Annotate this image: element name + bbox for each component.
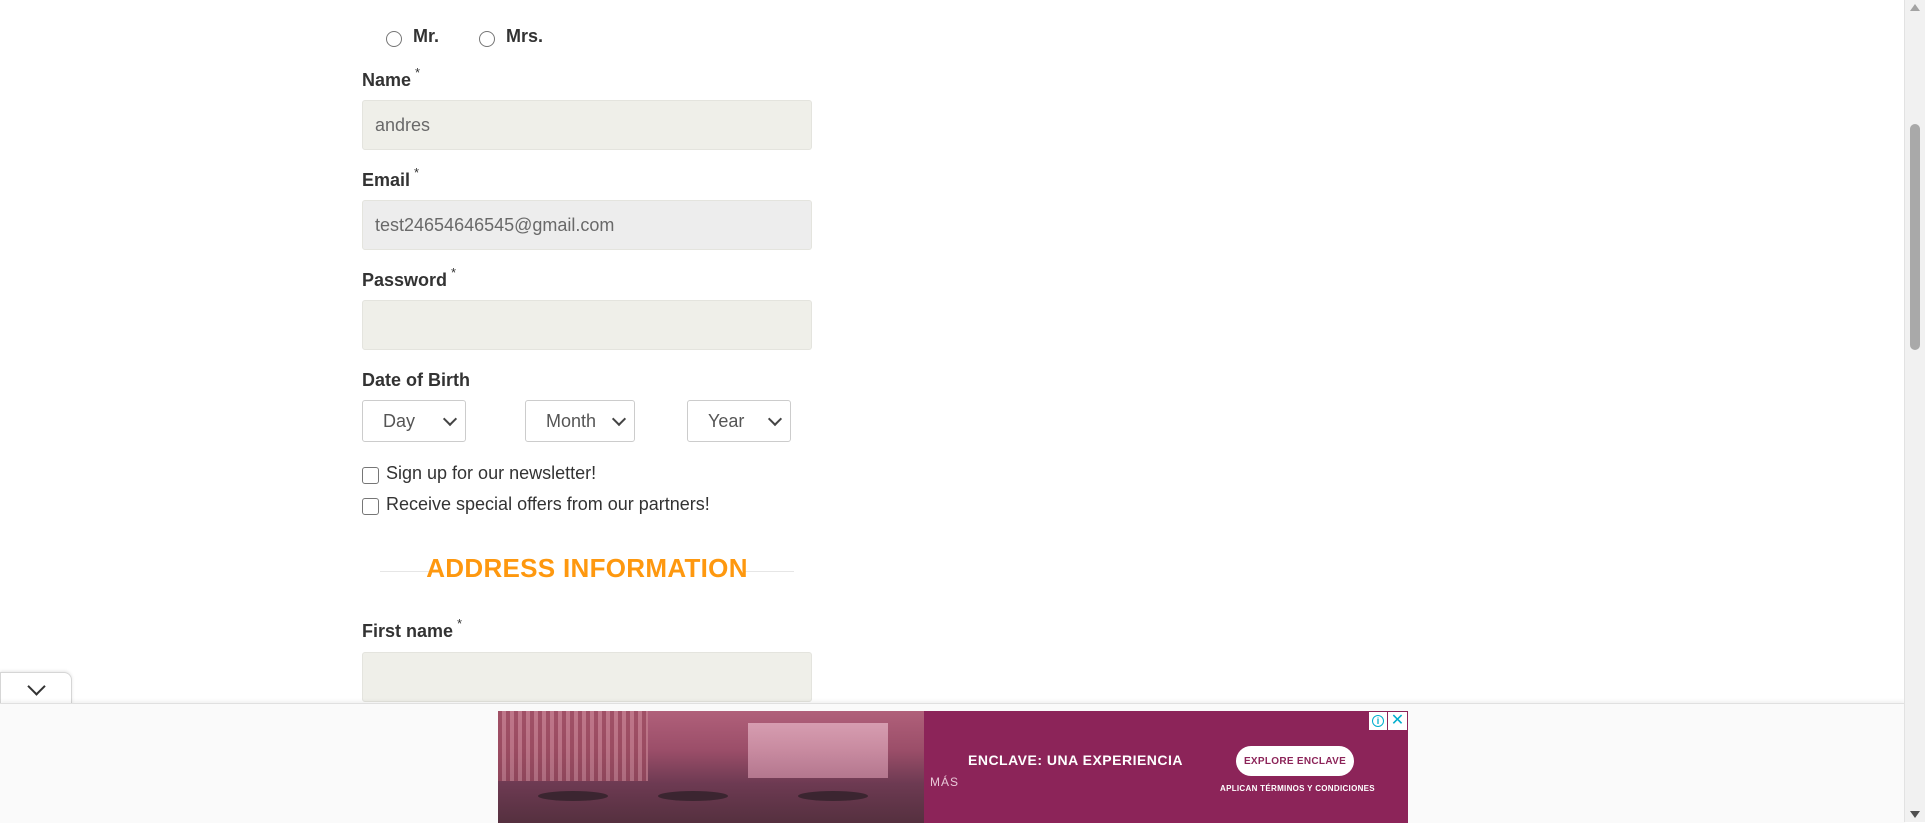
offers-checkbox[interactable]	[362, 497, 379, 515]
first-name-label: First name *	[362, 616, 462, 642]
required-mark: *	[414, 165, 420, 180]
radio-mr-label: Mr.	[413, 25, 440, 46]
chevron-down-icon	[611, 411, 627, 427]
required-mark: *	[415, 65, 421, 80]
ad-collapse-toggle[interactable]	[0, 672, 72, 705]
ad-photo-decor	[798, 791, 868, 801]
ad-photo-decor	[498, 711, 648, 781]
password-input[interactable]	[362, 300, 812, 350]
title-radio-group: Mr. Mrs.	[386, 25, 583, 47]
chevron-down-icon	[767, 411, 783, 427]
scroll-down-arrow-icon[interactable]	[1910, 811, 1920, 818]
dob-label: Date of Birth	[362, 370, 470, 390]
ad-cta-button[interactable]: EXPLORE ENCLAVE	[1236, 746, 1354, 776]
radio-option-mrs[interactable]: Mrs.	[479, 25, 543, 47]
radio-option-mr[interactable]: Mr.	[386, 25, 439, 47]
vertical-scrollbar[interactable]	[1904, 0, 1925, 822]
email-input-value: test24654646545@gmail.com	[375, 214, 615, 235]
first-name-input[interactable]	[362, 652, 812, 702]
address-section-title: ADDRESS INFORMATION	[426, 553, 748, 583]
dob-year-select[interactable]: Year	[687, 400, 791, 442]
radio-mrs[interactable]	[479, 31, 496, 47]
chevron-down-icon	[26, 676, 46, 696]
required-mark: *	[451, 265, 457, 280]
name-input-value: andres	[375, 114, 431, 135]
email-label-text: Email	[362, 170, 411, 190]
ad-photo-decor	[658, 791, 728, 801]
dob-day-select[interactable]: Day	[362, 400, 466, 442]
chevron-down-icon	[442, 411, 458, 427]
info-icon: i	[1372, 715, 1384, 727]
dob-month-select[interactable]: Month	[525, 400, 635, 442]
scroll-up-arrow-icon[interactable]	[1910, 4, 1920, 11]
newsletter-checkbox[interactable]	[362, 466, 379, 484]
ad-subline: MÁS	[930, 775, 960, 789]
address-section-header: ADDRESS INFORMATION	[380, 553, 794, 587]
dob-year-value: Year	[708, 410, 745, 431]
ad-photo	[498, 711, 924, 823]
newsletter-option[interactable]: Sign up for our newsletter!	[362, 463, 596, 484]
offers-label: Receive special offers from our partners…	[386, 494, 710, 514]
first-name-label-text: First name	[362, 621, 454, 641]
newsletter-label: Sign up for our newsletter!	[386, 463, 597, 483]
ad-banner[interactable]: ENCLAVE: UNA EXPERIENCIA MÁS EXPLORE ENC…	[498, 711, 1408, 823]
radio-mr[interactable]	[386, 31, 402, 47]
scrollbar-thumb[interactable]	[1910, 124, 1920, 350]
required-mark: *	[457, 616, 463, 631]
ad-anchor-bar: ENCLAVE: UNA EXPERIENCIA MÁS EXPLORE ENC…	[0, 703, 1905, 823]
ad-photo-decor	[748, 723, 888, 778]
ad-headline: ENCLAVE: UNA EXPERIENCIA	[968, 752, 1184, 768]
ad-info-button[interactable]: i	[1369, 712, 1387, 730]
password-label-text: Password	[362, 270, 448, 290]
dob-day-value: Day	[383, 410, 416, 431]
ad-photo-decor	[538, 791, 608, 801]
name-label: Name *	[362, 65, 420, 91]
ad-close-icon[interactable]: ✕	[1388, 712, 1407, 730]
signup-page: Mr. Mrs. Name * andres Email * test2465464…	[0, 0, 1905, 822]
name-input[interactable]: andres	[362, 100, 812, 150]
email-input[interactable]: test24654646545@gmail.com	[362, 200, 812, 250]
email-label: Email *	[362, 165, 419, 191]
dob-month-value: Month	[546, 410, 597, 431]
password-label: Password *	[362, 265, 456, 291]
name-label-text: Name	[362, 70, 412, 90]
offers-option[interactable]: Receive special offers from our partners…	[362, 494, 710, 515]
ad-fine-print: APLICAN TÉRMINOS Y CONDICIONES	[1220, 784, 1375, 793]
radio-mrs-label: Mrs.	[506, 25, 544, 46]
